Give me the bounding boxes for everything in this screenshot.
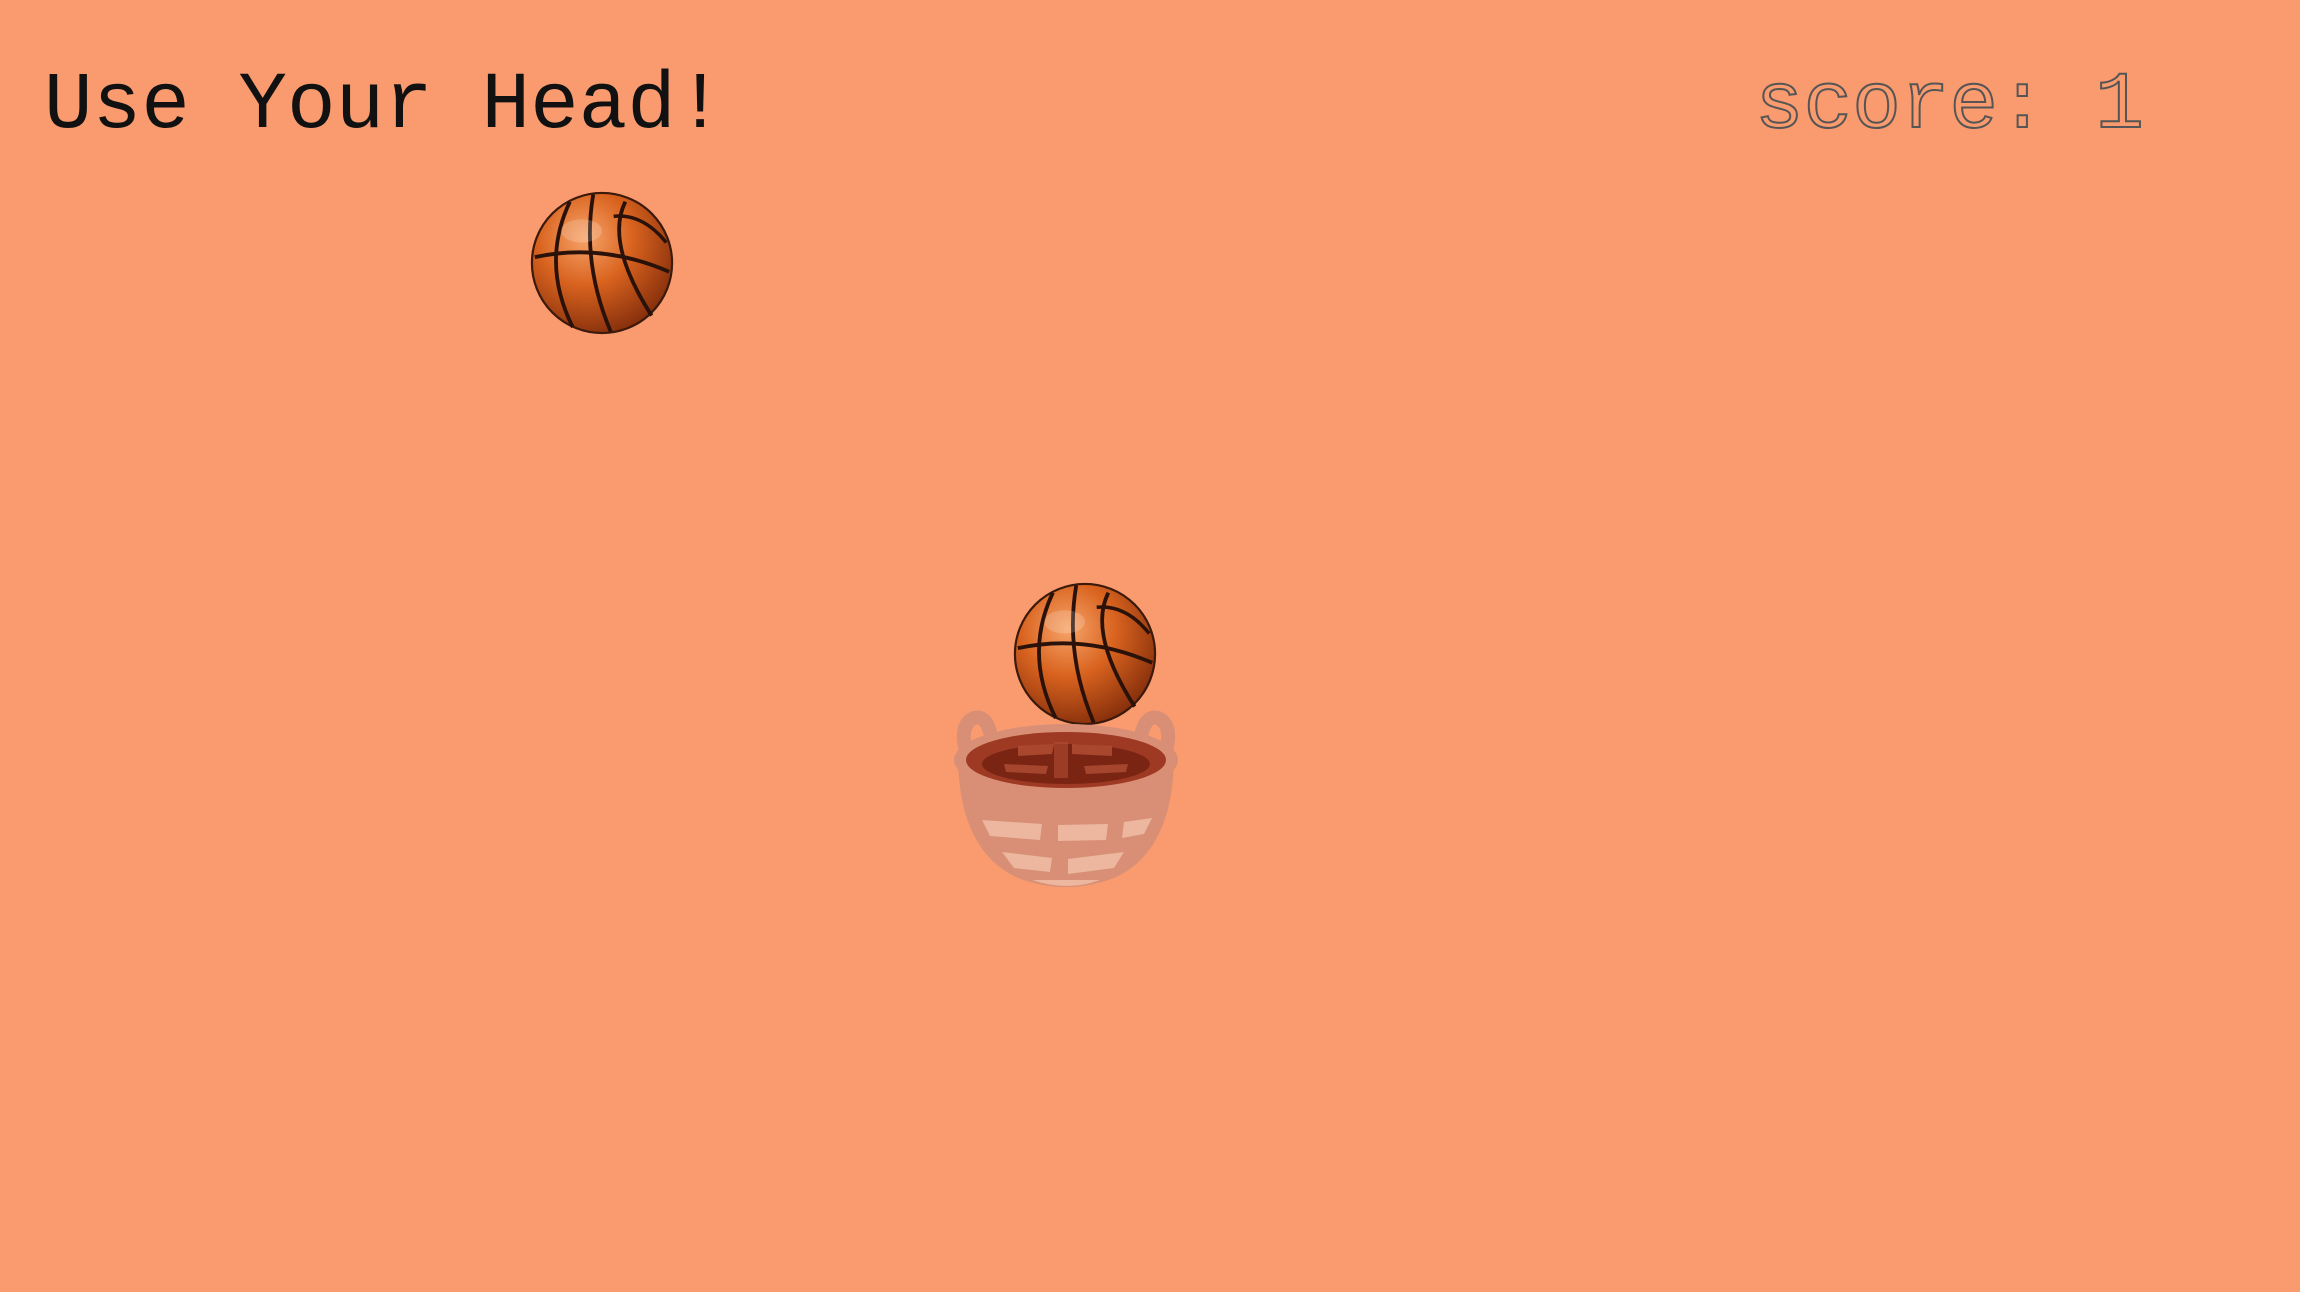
score-value: 1 xyxy=(2094,61,2145,153)
game-canvas[interactable]: Use Your Head! score: 1 xyxy=(0,0,2300,1292)
game-title: Use Your Head! xyxy=(44,61,725,152)
score-display: score: 1 xyxy=(1754,61,2145,153)
score-label: score: xyxy=(1754,61,2048,153)
basket-icon[interactable] xyxy=(948,702,1184,888)
basketball-icon xyxy=(529,190,675,336)
